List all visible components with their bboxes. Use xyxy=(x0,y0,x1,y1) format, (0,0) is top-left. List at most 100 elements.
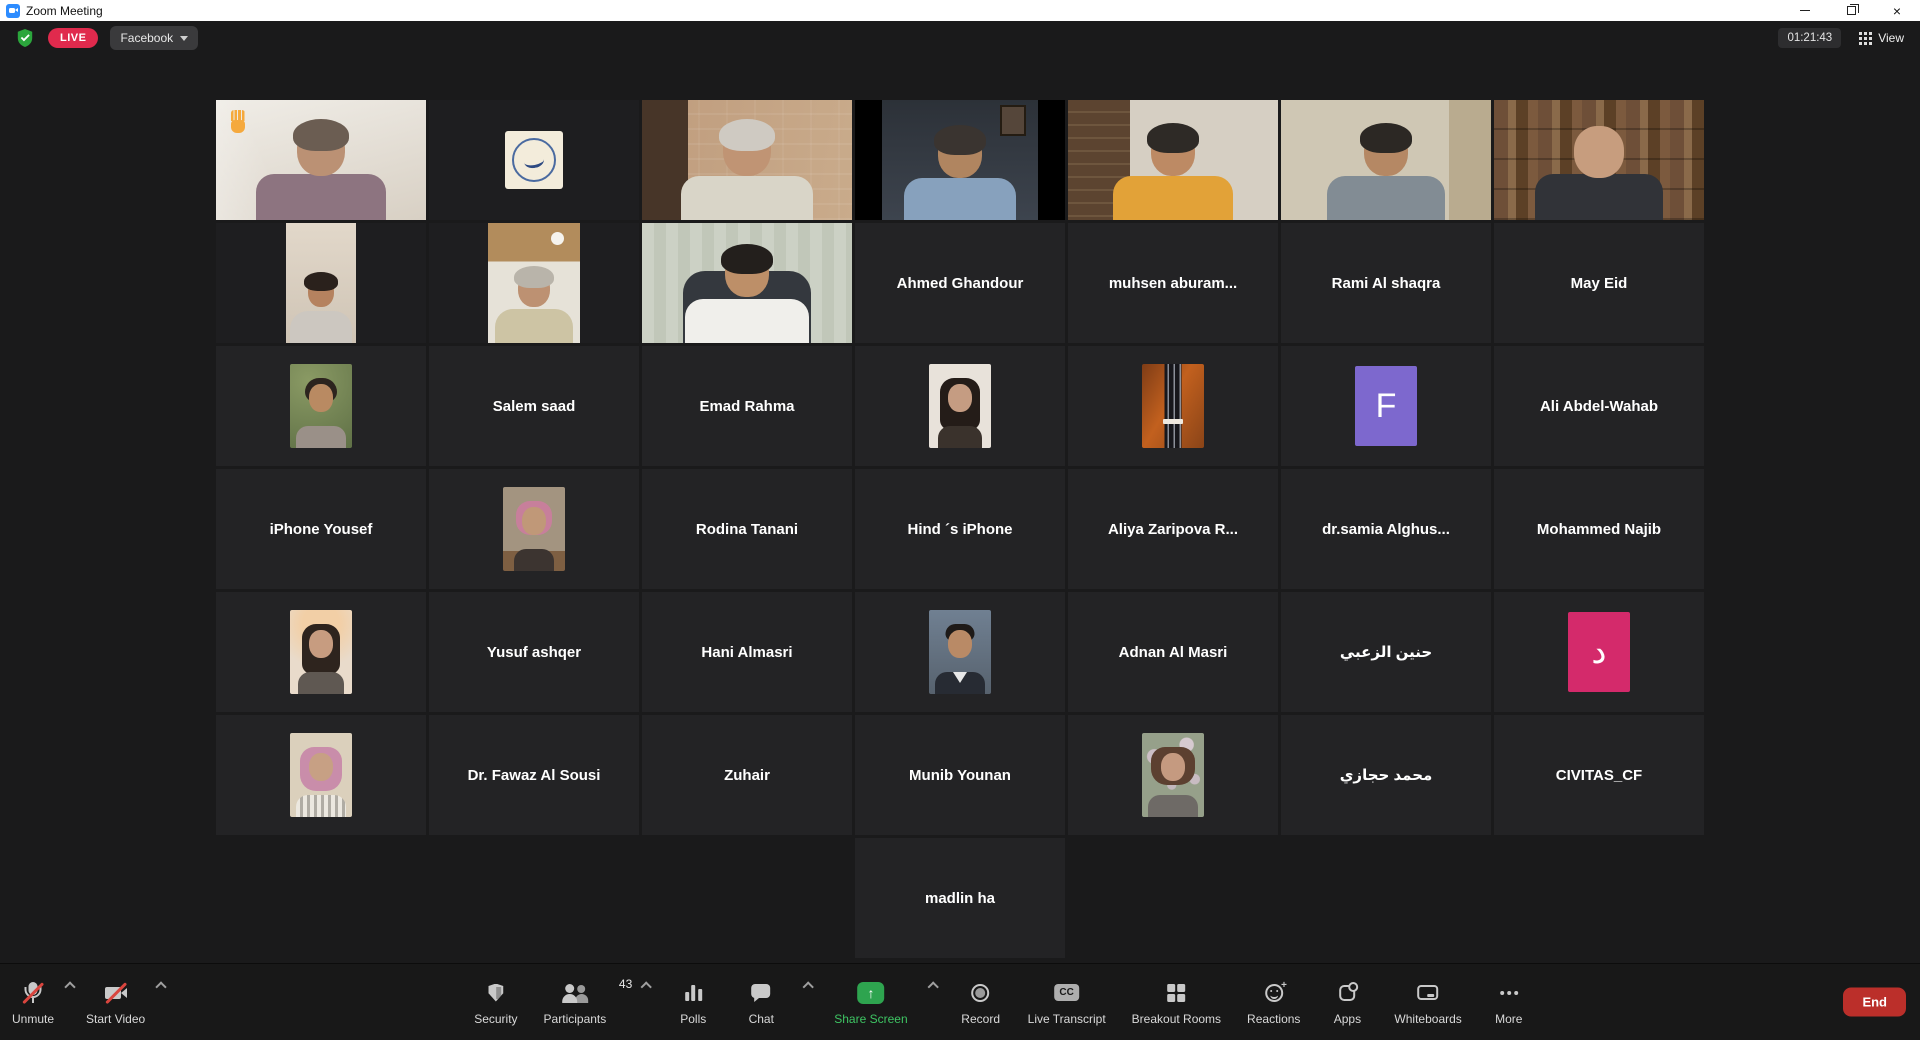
chat-options-caret[interactable] xyxy=(800,964,816,1010)
participant-tile[interactable]: Mohammed Najib xyxy=(1494,469,1704,589)
participant-tile[interactable] xyxy=(216,715,426,835)
restore-icon xyxy=(1847,6,1856,15)
participant-tile[interactable]: حنين الزعبي xyxy=(1281,592,1491,712)
participant-tile[interactable] xyxy=(855,100,1065,220)
start-video-button[interactable]: Start Video xyxy=(78,971,153,1034)
chat-icon xyxy=(751,983,771,1002)
video-feed xyxy=(429,223,639,343)
participant-tile[interactable]: Dr. Fawaz Al Sousi xyxy=(429,715,639,835)
participant-tile[interactable]: د xyxy=(1494,592,1704,712)
participants-options-caret[interactable] xyxy=(638,964,654,1010)
shield-icon xyxy=(488,984,504,1002)
participant-tile[interactable]: madlin ha xyxy=(855,838,1065,958)
participant-tile[interactable] xyxy=(216,100,426,220)
share-options-caret[interactable] xyxy=(926,964,942,1010)
head-shape xyxy=(1161,753,1185,781)
participant-tile[interactable]: May Eid xyxy=(1494,223,1704,343)
participant-tile[interactable]: محمد حجازي xyxy=(1281,715,1491,835)
participant-tile[interactable]: Ali Abdel-Wahab xyxy=(1494,346,1704,466)
polls-button[interactable]: Polls xyxy=(664,971,722,1034)
avatar-photo xyxy=(503,487,565,571)
participant-tile[interactable]: Munib Younan xyxy=(855,715,1065,835)
participant-tile[interactable] xyxy=(216,592,426,712)
view-label: View xyxy=(1878,31,1904,45)
participant-tile[interactable]: Adnan Al Masri xyxy=(1068,592,1278,712)
participant-tile[interactable] xyxy=(1068,346,1278,466)
body-shape xyxy=(1148,795,1198,817)
participant-tile[interactable] xyxy=(1494,100,1704,220)
meeting-info-button[interactable] xyxy=(10,25,40,51)
person-silhouette xyxy=(1113,128,1233,220)
hair-shape xyxy=(304,272,338,291)
participant-tile[interactable]: Hani Almasri xyxy=(642,592,852,712)
participant-tile[interactable]: dr.samia Alghus... xyxy=(1281,469,1491,589)
close-button[interactable]: × xyxy=(1874,0,1920,21)
avatar-photo xyxy=(290,610,352,694)
participant-tile[interactable] xyxy=(1068,100,1278,220)
hair-shape xyxy=(293,119,349,151)
participant-tile[interactable] xyxy=(429,100,639,220)
participant-name: Munib Younan xyxy=(901,767,1019,784)
breakout-rooms-button[interactable]: Breakout Rooms xyxy=(1124,971,1229,1034)
participant-tile[interactable] xyxy=(855,346,1065,466)
live-badge: LIVE xyxy=(48,28,98,48)
participant-tile[interactable] xyxy=(1281,100,1491,220)
live-transcript-button[interactable]: Live Transcript xyxy=(1020,971,1114,1034)
participant-tile[interactable]: Ahmed Ghandour xyxy=(855,223,1065,343)
participant-name: Dr. Fawaz Al Sousi xyxy=(460,767,609,784)
participant-tile[interactable]: Salem saad xyxy=(429,346,639,466)
participant-tile[interactable]: Rodina Tanani xyxy=(642,469,852,589)
participant-tile[interactable] xyxy=(1068,715,1278,835)
record-icon xyxy=(972,984,990,1002)
reactions-button[interactable]: Reactions xyxy=(1239,971,1308,1034)
share-screen-button[interactable]: ↑ Share Screen xyxy=(826,971,915,1034)
participant-tile[interactable]: Yusuf ashqer xyxy=(429,592,639,712)
participant-tile[interactable]: Emad Rahma xyxy=(642,346,852,466)
video-feed xyxy=(642,223,852,343)
audio-options-caret[interactable] xyxy=(62,964,78,1010)
participant-name: CIVITAS_CF xyxy=(1548,767,1650,784)
end-button[interactable]: End xyxy=(1843,988,1906,1017)
participant-tile[interactable]: Rami Al shaqra xyxy=(1281,223,1491,343)
participant-tile[interactable] xyxy=(429,223,639,343)
apps-button[interactable]: Apps xyxy=(1318,971,1376,1034)
participant-tile[interactable] xyxy=(642,100,852,220)
participant-tile[interactable]: Aliya Zaripova R... xyxy=(1068,469,1278,589)
participant-tile[interactable]: muhsen aburam... xyxy=(1068,223,1278,343)
participant-tile[interactable]: F xyxy=(1281,346,1491,466)
view-button[interactable]: View xyxy=(1853,27,1910,49)
stream-target-dropdown[interactable]: Facebook xyxy=(110,26,198,50)
restore-button[interactable] xyxy=(1828,0,1874,21)
hair-shape xyxy=(721,244,773,274)
participant-tile[interactable]: iPhone Yousef xyxy=(216,469,426,589)
security-button[interactable]: Security xyxy=(466,971,525,1034)
participant-tile[interactable]: Zuhair xyxy=(642,715,852,835)
participant-tile[interactable] xyxy=(429,469,639,589)
participant-tile[interactable] xyxy=(216,346,426,466)
participant-tile[interactable] xyxy=(855,592,1065,712)
chat-button[interactable]: Chat xyxy=(732,971,790,1034)
participants-button[interactable]: 43 Participants xyxy=(536,971,629,1034)
meeting-timer: 01:21:43 xyxy=(1778,28,1841,48)
close-icon: × xyxy=(1893,4,1901,18)
record-button[interactable]: Record xyxy=(952,971,1010,1034)
video-feed xyxy=(855,100,1065,220)
participant-name: محمد حجازي xyxy=(1332,766,1441,784)
participant-tile[interactable]: Hind ´s iPhone xyxy=(855,469,1065,589)
participant-name: Hani Almasri xyxy=(693,644,800,661)
head-shape xyxy=(948,630,972,658)
polls-icon xyxy=(685,984,702,1001)
more-icon xyxy=(1507,991,1511,995)
participant-tile[interactable] xyxy=(216,223,426,343)
whiteboards-button[interactable]: Whiteboards xyxy=(1386,971,1469,1034)
unmute-button[interactable]: Unmute xyxy=(4,971,62,1034)
participant-name: Zuhair xyxy=(716,767,778,784)
hair-shape xyxy=(934,125,986,155)
body-shape xyxy=(296,795,346,817)
participant-tile[interactable] xyxy=(642,223,852,343)
head-shape xyxy=(309,630,333,658)
participant-tile[interactable]: CIVITAS_CF xyxy=(1494,715,1704,835)
more-button[interactable]: More xyxy=(1480,971,1538,1034)
minimize-button[interactable] xyxy=(1782,0,1828,21)
video-options-caret[interactable] xyxy=(153,964,169,1010)
